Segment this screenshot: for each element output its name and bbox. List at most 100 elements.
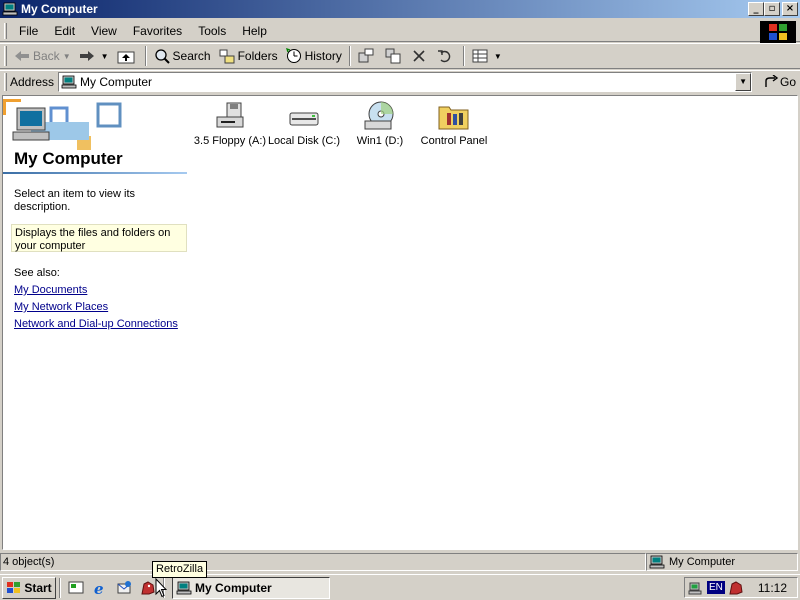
views-dropdown-icon[interactable]: ▼ xyxy=(494,52,502,61)
title-bar[interactable]: My Computer _ ▫ × xyxy=(0,0,800,18)
taskbar: Start e My Computer EN 11:12 xyxy=(0,574,800,600)
local-disk-item[interactable]: Local Disk (C:) xyxy=(264,101,344,148)
floppy-drive-item[interactable]: 3.5 Floppy (A:) xyxy=(190,101,270,148)
forward-button[interactable]: ▼ xyxy=(75,45,113,67)
standard-toolbar: Back ▼ ▼ Search Folders History ▼ xyxy=(0,43,800,69)
address-bar: Address My Computer ▼ Go xyxy=(0,70,800,92)
cd-drive-icon xyxy=(364,101,394,130)
item-label: 3.5 Floppy (A:) xyxy=(193,135,267,147)
item-label: Local Disk (C:) xyxy=(267,135,341,147)
menu-help[interactable]: Help xyxy=(234,24,275,38)
folders-icon xyxy=(219,49,235,64)
outlook-express-button[interactable] xyxy=(114,578,134,598)
forward-arrow-icon xyxy=(79,51,94,61)
my-computer-icon xyxy=(649,555,665,569)
status-zone: My Computer xyxy=(646,553,798,571)
views-grid-icon xyxy=(472,49,488,63)
my-computer-icon xyxy=(61,75,77,88)
menu-grip[interactable] xyxy=(4,22,7,39)
link-my-network-places[interactable]: My Network Places xyxy=(14,301,108,313)
back-label: Back xyxy=(33,49,60,63)
menu-bar: File Edit View Favorites Tools Help xyxy=(0,20,800,43)
menu-edit[interactable]: Edit xyxy=(46,24,83,38)
search-button[interactable]: Search xyxy=(150,45,215,67)
delete-button[interactable] xyxy=(408,45,433,67)
toolbar-grip[interactable] xyxy=(4,46,7,66)
see-also-label: See also: xyxy=(14,267,60,279)
forward-dropdown-icon[interactable]: ▼ xyxy=(101,52,109,61)
floppy-drive-icon xyxy=(216,102,244,128)
go-button[interactable]: Go xyxy=(764,74,797,89)
search-label: Search xyxy=(172,49,211,63)
menu-file[interactable]: File xyxy=(11,24,46,38)
my-computer-icon xyxy=(176,581,192,594)
back-dropdown-icon[interactable]: ▼ xyxy=(63,52,71,61)
control-panel-item[interactable]: Control Panel xyxy=(414,101,494,148)
history-button[interactable]: History xyxy=(282,45,346,67)
start-label: Start xyxy=(24,580,52,595)
explorer-window: My Computer _ ▫ × File Edit View Favorit… xyxy=(0,0,800,574)
minimize-button[interactable]: _ xyxy=(748,2,764,16)
close-button[interactable]: × xyxy=(782,2,798,16)
history-label: History xyxy=(304,49,342,63)
retrozilla-icon xyxy=(141,580,155,594)
menu-tools[interactable]: Tools xyxy=(190,24,234,38)
folders-button[interactable]: Folders xyxy=(215,45,282,67)
up-folder-icon xyxy=(117,51,135,64)
views-button[interactable]: ▼ xyxy=(468,45,506,67)
go-arrow-icon xyxy=(765,74,779,87)
status-bar: 4 object(s) My Computer xyxy=(0,552,800,572)
delete-x-icon xyxy=(413,50,425,62)
copy-to-button[interactable] xyxy=(381,45,408,67)
folder-view[interactable]: My Computer Select an item to view its d… xyxy=(2,95,798,550)
link-network-dialup-connections[interactable]: Network and Dial-up Connections xyxy=(14,318,178,330)
hard-disk-icon xyxy=(289,112,319,126)
address-value: My Computer xyxy=(80,74,153,89)
back-arrow-icon xyxy=(15,51,29,61)
copy-to-icon xyxy=(385,48,401,64)
start-button[interactable]: Start xyxy=(2,576,56,599)
windows-logo xyxy=(760,21,796,43)
menu-view[interactable]: View xyxy=(83,24,125,38)
status-zone-label: My Computer xyxy=(669,556,736,568)
address-dropdown-button[interactable]: ▼ xyxy=(735,72,752,91)
address-grip[interactable] xyxy=(4,72,7,91)
pane-title-rule xyxy=(3,172,187,174)
web-view-pane: My Computer Select an item to view its d… xyxy=(3,96,189,551)
network-tray-icon[interactable] xyxy=(688,580,704,596)
my-computer-icon xyxy=(2,2,18,16)
item-label: Win1 (D:) xyxy=(356,135,404,147)
item-label: Control Panel xyxy=(420,135,488,147)
internet-explorer-icon: e xyxy=(94,580,104,596)
pane-hint: Select an item to view its description. xyxy=(14,188,136,213)
language-indicator[interactable]: EN xyxy=(707,581,725,594)
outlook-express-icon xyxy=(117,580,131,593)
retrozilla-tray-icon[interactable] xyxy=(728,580,744,596)
undo-button[interactable] xyxy=(433,45,460,67)
up-button[interactable] xyxy=(113,45,142,67)
internet-explorer-button[interactable]: e xyxy=(90,578,110,598)
toolbar-separator xyxy=(462,46,465,66)
link-my-documents[interactable]: My Documents xyxy=(14,284,87,296)
menu-favorites[interactable]: Favorites xyxy=(125,24,190,38)
maximize-button[interactable]: ▫ xyxy=(764,2,780,16)
mouse-cursor-icon xyxy=(155,578,167,598)
move-to-icon xyxy=(358,48,374,63)
tooltip: RetroZilla xyxy=(152,561,208,578)
search-icon xyxy=(154,49,170,64)
back-button[interactable]: Back ▼ xyxy=(10,45,75,67)
windows-flag-icon xyxy=(769,24,787,40)
toolbar-separator xyxy=(144,46,147,66)
move-to-button[interactable] xyxy=(354,45,381,67)
address-label: Address xyxy=(10,74,55,89)
taskbar-my-computer-button[interactable]: My Computer xyxy=(172,576,330,599)
show-desktop-button[interactable] xyxy=(66,578,86,598)
cd-drive-item[interactable]: Win1 (D:) xyxy=(340,101,420,148)
control-panel-folder-icon xyxy=(438,106,469,130)
folders-label: Folders xyxy=(237,49,278,63)
status-object-count: 4 object(s) xyxy=(0,553,646,571)
clock[interactable]: 11:12 xyxy=(758,581,787,595)
go-label: Go xyxy=(780,74,797,89)
address-input[interactable]: My Computer ▼ xyxy=(58,71,753,92)
pane-title: My Computer xyxy=(14,149,123,168)
